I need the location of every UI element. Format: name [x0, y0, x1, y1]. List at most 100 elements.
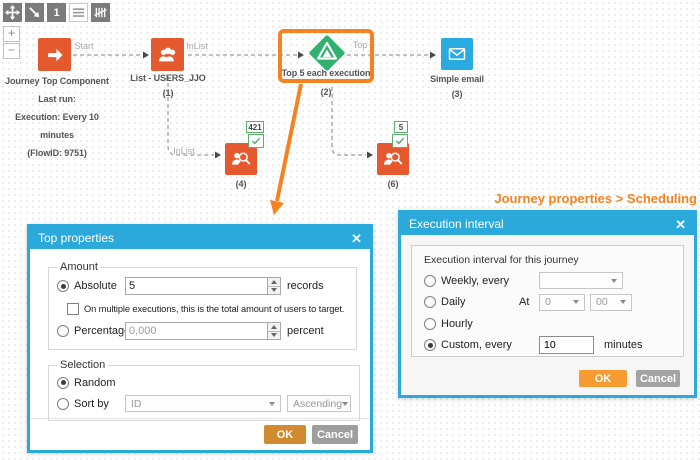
absolute-records-input[interactable] — [126, 278, 267, 294]
list-node-index: (1) — [118, 88, 218, 98]
sort-field-value: ID — [131, 398, 142, 410]
hourly-label[interactable]: Hourly — [441, 318, 473, 330]
spinner-down-icon[interactable] — [268, 287, 280, 295]
weekly-radio[interactable] — [424, 275, 436, 287]
cancel-button[interactable]: Cancel — [636, 370, 680, 387]
hour-value: 0 — [545, 296, 551, 308]
percentage-radio[interactable] — [57, 325, 69, 337]
start-node[interactable] — [38, 38, 71, 71]
email-node-title: Simple email — [417, 74, 497, 84]
sort-order-select[interactable]: Ascending — [287, 395, 351, 412]
percent-label: percent — [287, 325, 324, 337]
check-icon — [251, 137, 261, 145]
chevron-down-icon — [620, 300, 626, 304]
spinner-down-icon[interactable] — [268, 332, 280, 340]
percentage-label[interactable]: Percentage — [74, 325, 125, 337]
email-node-index: (3) — [417, 89, 497, 99]
daily-label[interactable]: Daily — [441, 296, 465, 308]
chevron-down-icon — [573, 300, 579, 304]
minute-value: 00 — [596, 296, 608, 308]
connector-label-inlist-bottom: InList — [164, 146, 204, 156]
list-view-button[interactable] — [69, 3, 88, 22]
top-node-index: (2) — [278, 87, 374, 97]
spinner-up-icon[interactable] — [268, 278, 280, 287]
audience-search-icon — [229, 147, 253, 171]
select-button[interactable] — [25, 3, 44, 22]
success-badge — [392, 134, 408, 148]
chevron-down-icon — [269, 402, 275, 406]
count-badge: 5 — [394, 121, 408, 133]
records-label: records — [287, 280, 324, 292]
dialog-title: Top properties — [38, 231, 114, 245]
list-node-info: List - USERS_JJO (1) — [118, 73, 218, 98]
zoom-controls: + − — [3, 26, 20, 60]
dialog-title: Execution interval — [409, 217, 504, 231]
zoom-in-button[interactable]: + — [3, 26, 20, 42]
sortby-label[interactable]: Sort by — [74, 398, 125, 410]
chevron-down-icon — [611, 279, 617, 283]
start-node-info: Journey Top Component Last run: Executio… — [0, 72, 116, 162]
absolute-radio[interactable] — [57, 280, 69, 292]
email-node[interactable] — [441, 38, 473, 70]
custom-label[interactable]: Custom, every — [441, 339, 512, 351]
tally-icon — [94, 6, 107, 19]
close-icon[interactable]: ✕ — [351, 232, 362, 245]
audience-icon — [156, 43, 180, 67]
execution-interval-panel: Execution interval for this journey Week… — [411, 245, 684, 357]
move-icon — [5, 5, 20, 20]
at-label: At — [519, 296, 529, 308]
dialog-titlebar: Top properties ✕ — [30, 227, 370, 249]
counters-button[interactable] — [91, 3, 110, 22]
result-node-4-index: (4) — [209, 179, 273, 189]
sortby-radio[interactable] — [57, 398, 69, 410]
dialog-titlebar: Execution interval ✕ — [401, 213, 694, 235]
cancel-button[interactable]: Cancel — [312, 425, 358, 444]
start-node-execution: Execution: Every 10 minutes — [0, 108, 116, 144]
percent-spinner — [267, 323, 280, 339]
single-step-button[interactable]: 1 — [47, 3, 66, 22]
envelope-icon — [445, 42, 469, 66]
list-icon — [72, 6, 85, 19]
weekly-label[interactable]: Weekly, every — [441, 275, 509, 287]
start-node-title: Journey Top Component — [0, 72, 116, 90]
pan-button[interactable] — [3, 3, 22, 22]
close-icon[interactable]: ✕ — [675, 218, 686, 231]
zoom-out-button[interactable]: − — [3, 43, 20, 59]
random-radio[interactable] — [57, 377, 69, 389]
multiple-executions-label[interactable]: On multiple executions, this is the tota… — [84, 304, 344, 314]
absolute-records-field — [125, 277, 281, 295]
custom-radio[interactable] — [424, 339, 436, 351]
count-badge: 421 — [246, 121, 264, 133]
ok-button[interactable]: OK — [264, 425, 306, 444]
percentage-input[interactable] — [126, 323, 267, 339]
spinner-up-icon[interactable] — [268, 323, 280, 332]
sort-order-value: Ascending — [293, 398, 342, 410]
dialog-footer: OK Cancel — [401, 370, 694, 387]
absolute-label[interactable]: Absolute — [74, 280, 125, 292]
execution-interval-dialog: Execution interval ✕ Execution interval … — [398, 210, 697, 398]
amount-group: Amount Absolute records On multiple exec… — [48, 261, 357, 350]
hourly-radio[interactable] — [424, 318, 436, 330]
dialog-footer: OK Cancel — [30, 418, 370, 450]
selection-group: Selection Random Sort by ID Ascending — [48, 359, 360, 421]
multiple-executions-checkbox[interactable] — [67, 303, 79, 315]
start-node-flowid: (FlowID: 9751) — [0, 144, 116, 162]
execution-caption: Execution interval for this journey — [424, 254, 675, 270]
chevron-down-icon — [342, 402, 348, 406]
random-label[interactable]: Random — [74, 377, 116, 389]
daily-radio[interactable] — [424, 296, 436, 308]
result-node-6-index: (6) — [361, 179, 425, 189]
minutes-label: minutes — [604, 339, 643, 351]
success-badge — [248, 134, 264, 148]
percentage-field — [125, 322, 281, 340]
weekday-select[interactable] — [539, 272, 623, 289]
ok-button[interactable]: OK — [579, 370, 627, 387]
sort-field-select[interactable]: ID — [125, 395, 281, 412]
hour-select[interactable]: 0 — [539, 294, 585, 311]
minute-select[interactable]: 00 — [590, 294, 632, 311]
list-node[interactable] — [151, 38, 184, 71]
top-node[interactable] — [308, 34, 346, 72]
email-node-info: Simple email (3) — [417, 74, 497, 99]
custom-minutes-input[interactable] — [539, 336, 594, 354]
start-node-lastrun: Last run: — [0, 90, 116, 108]
